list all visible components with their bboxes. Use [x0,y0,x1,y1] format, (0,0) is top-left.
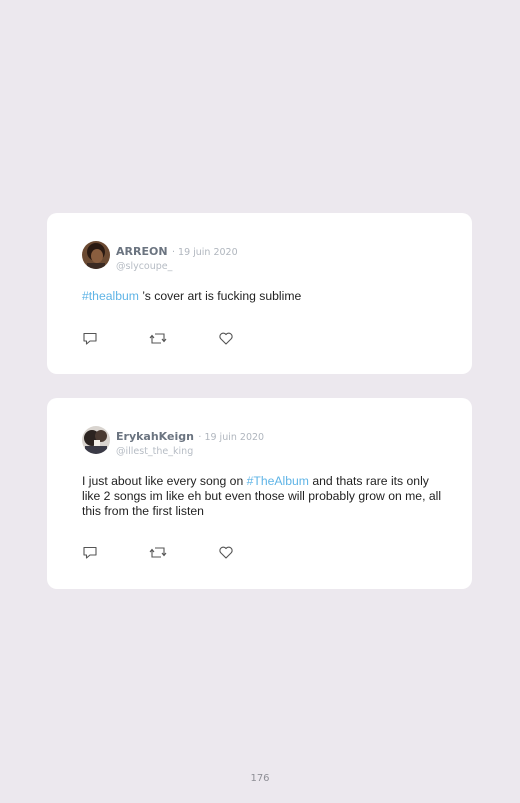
hashtag-link[interactable]: #TheAlbum [247,474,309,488]
reply-icon[interactable] [82,545,100,561]
like-icon[interactable] [218,331,236,347]
avatar[interactable] [82,241,110,269]
author-handle[interactable]: @slycoupe_ [116,261,238,272]
author-handle[interactable]: @illest_the_king [116,446,264,457]
tweet-card: ARREON · 19 juin 2020 @slycoupe_ #thealb… [47,213,472,374]
retweet-icon[interactable] [149,331,167,347]
tweet-text: I just about like every song on #TheAlbu… [82,474,442,519]
avatar[interactable] [82,426,110,454]
retweet-icon[interactable] [149,545,167,561]
tweet-card: ErykahKeign · 19 juin 2020 @illest_the_k… [47,398,472,589]
tweet-date: · 19 juin 2020 [198,432,265,443]
tweet-text-segment: I just about like every song on [82,474,247,488]
author-name[interactable]: ErykahKeign [116,430,194,443]
tweet-text: #thealbum ’s cover art is fucking sublim… [82,289,442,304]
tweet-text-segment: ’s cover art is fucking sublime [138,289,302,303]
page-number: 176 [250,773,270,784]
author-name[interactable]: ARREON [116,245,168,258]
like-icon[interactable] [218,545,236,561]
tweet-date: · 19 juin 2020 [171,247,238,258]
reply-icon[interactable] [82,331,100,347]
hashtag-link[interactable]: #thealbum [82,289,139,303]
